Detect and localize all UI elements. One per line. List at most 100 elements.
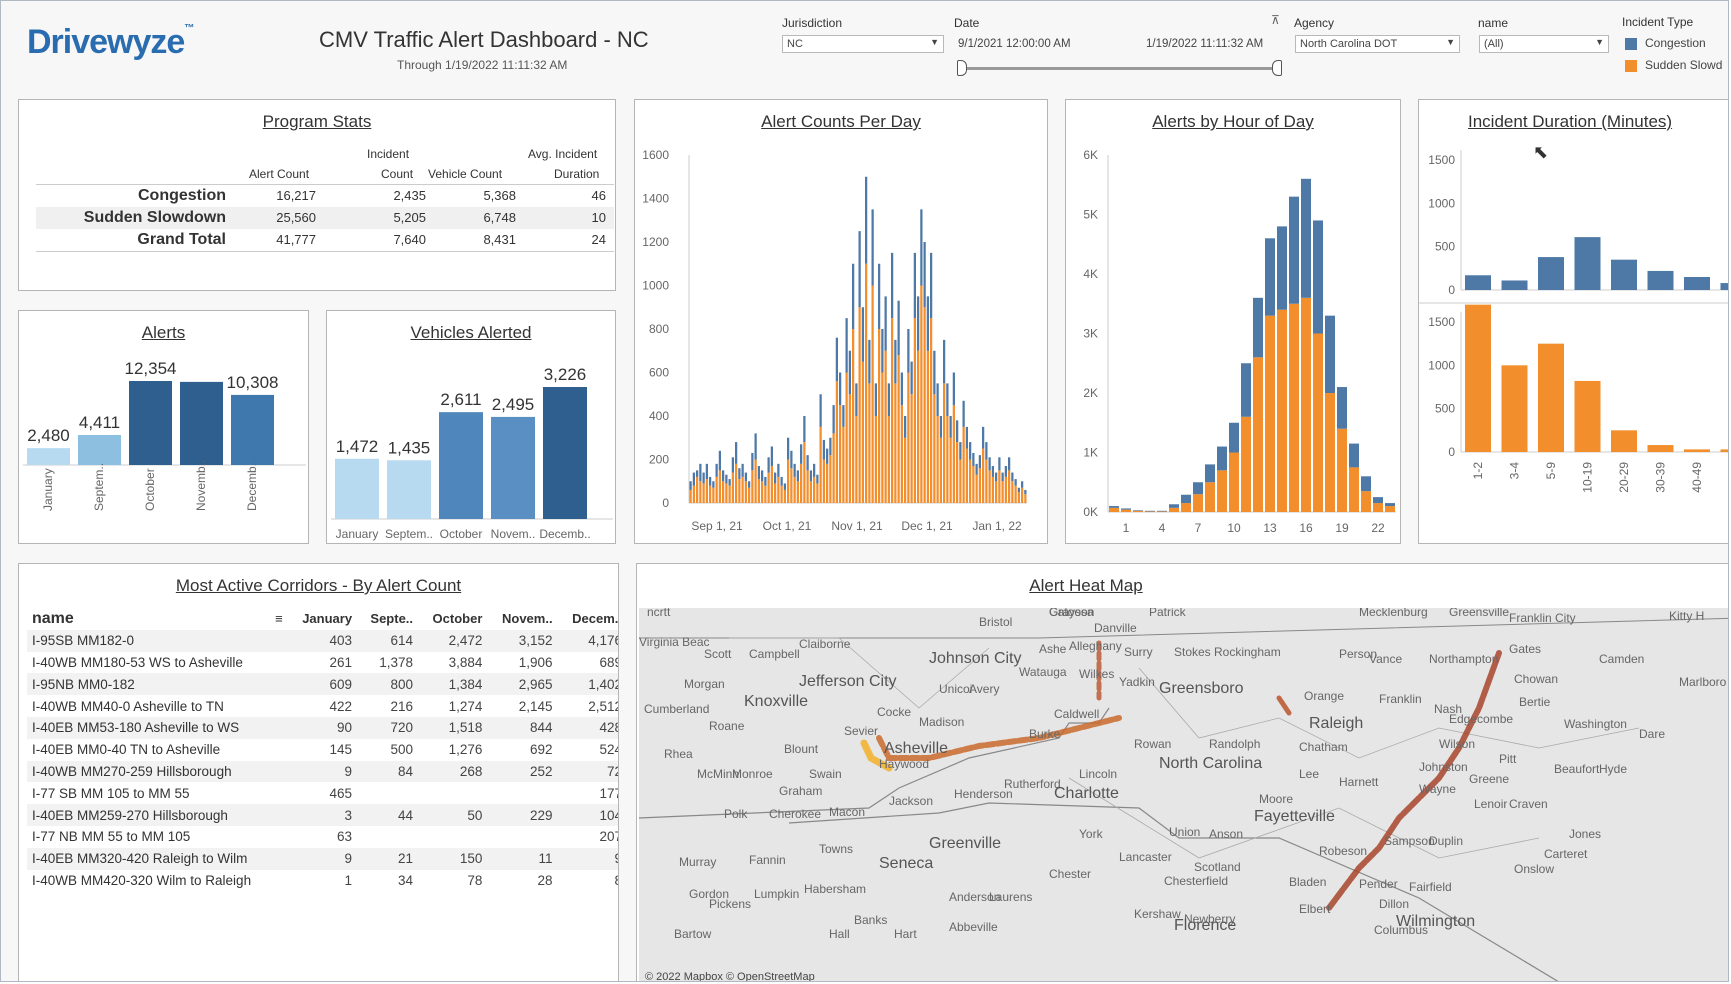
- bar-congestion[interactable]: [718, 450, 721, 471]
- bar-congestion[interactable]: [972, 452, 975, 467]
- bar-congestion[interactable]: [796, 470, 799, 482]
- table-row[interactable]: I-40EB MM53-180 Asheville to WS 90 720 1,51…: [27, 716, 618, 739]
- bar-congestion[interactable]: [1373, 497, 1383, 504]
- table-row[interactable]: I-40WB MM270-259 Hillsborough98426825272: [27, 760, 618, 783]
- bar[interactable]: [543, 387, 587, 519]
- bar-congestion[interactable]: [1217, 446, 1227, 471]
- bar-congestion[interactable]: [699, 463, 702, 482]
- col-header-january[interactable]: January: [288, 608, 357, 630]
- bar-sudden-slowdown[interactable]: [855, 416, 858, 503]
- bar-congestion[interactable]: [943, 339, 946, 384]
- bar-congestion[interactable]: [712, 481, 715, 488]
- bar-sudden-slowdown[interactable]: [1720, 449, 1730, 452]
- bar-sudden-slowdown[interactable]: [1538, 343, 1564, 452]
- bar-congestion[interactable]: [907, 329, 910, 373]
- bar-sudden-slowdown[interactable]: [1465, 304, 1491, 452]
- bar-sudden-slowdown[interactable]: [995, 481, 998, 503]
- bar-congestion[interactable]: [806, 455, 809, 471]
- date-slider-start-handle[interactable]: [957, 60, 967, 76]
- col-header-november[interactable]: Novem..: [487, 608, 557, 630]
- bar-congestion[interactable]: [1014, 479, 1017, 486]
- bar-congestion[interactable]: [878, 263, 881, 329]
- bar-sudden-slowdown[interactable]: [1241, 416, 1251, 512]
- bar-sudden-slowdown[interactable]: [949, 437, 952, 503]
- bar-sudden-slowdown[interactable]: [1684, 449, 1710, 452]
- bar-congestion[interactable]: [891, 252, 894, 319]
- bar-congestion[interactable]: [780, 476, 783, 486]
- bar-congestion[interactable]: [848, 350, 851, 395]
- bar-sudden-slowdown[interactable]: [891, 318, 894, 503]
- bar-sudden-slowdown[interactable]: [1145, 511, 1155, 512]
- bar-congestion[interactable]: [735, 442, 738, 464]
- bar-congestion[interactable]: [1301, 178, 1311, 298]
- bar-congestion[interactable]: [761, 470, 764, 482]
- bar-sudden-slowdown[interactable]: [985, 459, 988, 504]
- bar-sudden-slowdown[interactable]: [751, 470, 754, 503]
- bar-congestion[interactable]: [956, 420, 959, 443]
- bar-congestion[interactable]: [748, 481, 751, 488]
- bar-sudden-slowdown[interactable]: [920, 285, 923, 504]
- bar-sudden-slowdown[interactable]: [806, 470, 809, 503]
- bar-sudden-slowdown[interactable]: [764, 485, 767, 503]
- bar-sudden-slowdown[interactable]: [1181, 503, 1191, 512]
- bar-sudden-slowdown[interactable]: [1121, 509, 1131, 512]
- bar-sudden-slowdown[interactable]: [972, 466, 975, 503]
- bar-congestion[interactable]: [722, 470, 725, 482]
- bar-sudden-slowdown[interactable]: [826, 463, 829, 503]
- map-canvas[interactable]: ncrtt GraysonBristolPatrickDanvilleMeckl…: [639, 608, 1729, 982]
- bar-congestion[interactable]: [692, 472, 695, 486]
- bar-congestion[interactable]: [887, 383, 890, 416]
- bar-sudden-slowdown[interactable]: [787, 459, 790, 504]
- bar-congestion[interactable]: [959, 442, 962, 460]
- bar-sudden-slowdown[interactable]: [1253, 357, 1263, 512]
- bar-congestion[interactable]: [800, 444, 803, 464]
- bar-congestion[interactable]: [946, 383, 949, 416]
- bar-sudden-slowdown[interactable]: [923, 307, 926, 503]
- bar-sudden-slowdown[interactable]: [956, 442, 959, 503]
- bar-congestion[interactable]: [1145, 510, 1155, 512]
- bar-congestion[interactable]: [930, 252, 933, 319]
- bar-congestion[interactable]: [1538, 257, 1564, 290]
- bar-sudden-slowdown[interactable]: [1361, 491, 1371, 512]
- table-row[interactable]: I-40WB MM180-53 WS to Asheville 261 1,378 3…: [27, 652, 618, 674]
- bar-congestion[interactable]: [1574, 237, 1601, 290]
- bar-congestion[interactable]: [744, 472, 747, 482]
- table-row[interactable]: I-40WB MM40-0 Asheville to TN 422 216 1,274…: [27, 695, 618, 717]
- bar-congestion[interactable]: [982, 426, 985, 449]
- bar-sudden-slowdown[interactable]: [943, 383, 946, 503]
- bar-sudden-slowdown[interactable]: [1021, 487, 1024, 503]
- bar-congestion[interactable]: [991, 466, 994, 477]
- bar-congestion[interactable]: [910, 361, 913, 395]
- bar-congestion[interactable]: [865, 176, 868, 264]
- bar-congestion[interactable]: [1011, 472, 1014, 482]
- bar-congestion[interactable]: [1109, 506, 1119, 508]
- bar-congestion[interactable]: [822, 439, 825, 460]
- bar-sudden-slowdown[interactable]: [1014, 485, 1017, 503]
- bar-congestion[interactable]: [939, 416, 942, 438]
- bar-sudden-slowdown[interactable]: [917, 350, 920, 503]
- bar-sudden-slowdown[interactable]: [1574, 380, 1601, 452]
- bar-sudden-slowdown[interactable]: [1647, 445, 1674, 452]
- bar-sudden-slowdown[interactable]: [783, 489, 786, 503]
- bar-sudden-slowdown[interactable]: [1109, 507, 1119, 512]
- bar-sudden-slowdown[interactable]: [1024, 494, 1027, 503]
- bar-congestion[interactable]: [936, 383, 939, 416]
- bar[interactable]: [27, 448, 70, 465]
- bar-congestion[interactable]: [858, 231, 861, 308]
- bar-sudden-slowdown[interactable]: [796, 481, 799, 503]
- bar-congestion[interactable]: [871, 209, 874, 286]
- bar-sudden-slowdown[interactable]: [722, 481, 725, 503]
- bar-congestion[interactable]: [790, 450, 793, 469]
- bar-congestion[interactable]: [1501, 280, 1528, 290]
- bar-congestion[interactable]: [995, 472, 998, 482]
- bar-congestion[interactable]: [897, 300, 900, 356]
- bar-sudden-slowdown[interactable]: [1611, 430, 1637, 452]
- bar-congestion[interactable]: [845, 318, 848, 373]
- bar-congestion[interactable]: [988, 457, 991, 471]
- bar-congestion[interactable]: [1181, 494, 1191, 504]
- bar-sudden-slowdown[interactable]: [731, 472, 734, 503]
- bar-sudden-slowdown[interactable]: [952, 405, 955, 503]
- bar-sudden-slowdown[interactable]: [874, 416, 877, 503]
- bar-congestion[interactable]: [975, 463, 978, 475]
- bar-congestion[interactable]: [1021, 481, 1024, 488]
